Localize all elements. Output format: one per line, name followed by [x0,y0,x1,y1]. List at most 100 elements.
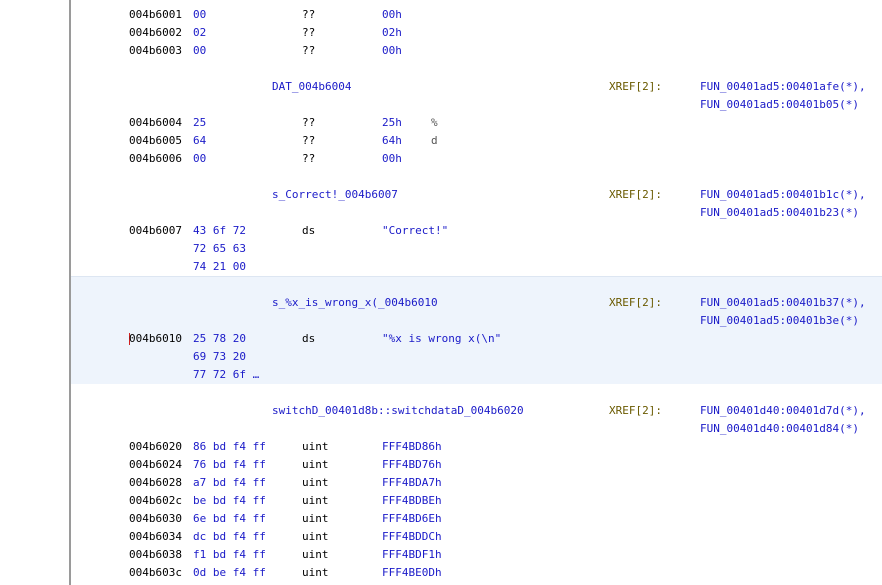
listing-row[interactable]: 004b602c be bd f4 ff uint FFF4BDBEh [71,492,882,510]
label-row[interactable]: DAT_004b6004 XREF[2]: FUN_00401ad5:00401… [71,78,882,114]
row-operand: FFF4BD6Eh [382,512,442,525]
xref-keyword: XREF[2]: [609,404,662,417]
row-address: 004b6030 [129,512,182,525]
row-mnemonic: ?? [302,152,316,165]
row-address: 004b6006 [129,152,182,165]
row-address: 004b6004 [129,116,182,129]
listing-row[interactable]: 004b6028 a7 bd f4 ff uint FFF4BDA7h [71,474,882,492]
xref-link[interactable]: FUN_00401ad5:00401b37(*), [700,297,866,309]
listing-row[interactable]: 004b6034 dc bd f4 ff uint FFF4BDDCh [71,528,882,546]
row-address: 004b6005 [129,134,182,147]
switch-data-label[interactable]: switchD_00401d8b::switchdataD_004b6020 [272,405,524,417]
row-bytes: 76 bd f4 ff [193,458,266,471]
row-operand: FFF4BDA7h [382,476,442,489]
row-bytes: 77 72 6f … [193,368,260,381]
listing-row[interactable]: 004b6038 f1 bd f4 ff uint FFF4BDF1h [71,546,882,564]
row-operand: 00h [382,152,402,165]
row-operand: FFF4BD76h [382,458,442,471]
row-operand: FFF4BDF1h [382,548,442,561]
row-bytes: 25 78 20 [193,332,246,345]
row-address: 004b6034 [129,530,182,543]
listing-row[interactable]: 004b6002 02 ?? 02h [71,24,882,42]
row-mnemonic: ?? [302,44,316,57]
row-operand: FFF4BDBEh [382,494,442,507]
data-label[interactable]: DAT_004b6004 [272,81,351,93]
xref-link[interactable]: FUN_00401ad5:00401afe(*), [700,81,866,93]
listing-row[interactable]: 004b6005 64 ?? 64h d [71,132,882,150]
row-operand: 64h [382,134,402,147]
listing-row[interactable]: 004b6003 00 ?? 00h [71,42,882,60]
listing-row[interactable]: 77 72 6f … [71,366,882,384]
xref-keyword: XREF[2]: [609,188,662,201]
row-bytes: 86 bd f4 ff [193,440,266,453]
listing-row[interactable]: 004b6030 6e bd f4 ff uint FFF4BD6Eh [71,510,882,528]
row-bytes: 43 6f 72 [193,224,246,237]
row-address: 004b603c [129,566,182,579]
xref-link[interactable]: FUN_00401d40:00401d7d(*), [700,405,866,417]
row-address: 004b6003 [129,44,182,57]
row-operand: "Correct!" [382,224,449,237]
selection-top-border [71,276,882,277]
row-address: 004b6038 [129,548,182,561]
row-bytes: 0d be f4 ff [193,566,266,579]
row-address: 004b6001 [129,8,182,21]
row-bytes: a7 bd f4 ff [193,476,266,489]
row-bytes: 69 73 20 [193,350,246,363]
listing-row[interactable]: 74 21 00 [71,258,882,276]
xref-link[interactable]: FUN_00401ad5:00401b1c(*), [700,189,866,201]
row-bytes: 72 65 63 [193,242,246,255]
listing-gutter [0,0,69,585]
row-bytes: f1 bd f4 ff [193,548,266,561]
row-mnemonic: uint [302,512,329,525]
listing-row[interactable]: 004b6007 43 6f 72 ds "Correct!" [71,222,882,240]
xref-link[interactable]: FUN_00401ad5:00401b05(*) [700,99,859,111]
listing-row[interactable]: 004b6001 00 ?? 00h [71,6,882,24]
listing-row[interactable]: 004b6004 25 ?? 25h % [71,114,882,132]
row-operand: 00h [382,8,402,21]
row-mnemonic: ?? [302,8,316,21]
row-bytes: 00 [193,152,207,165]
row-address: 004b6028 [129,476,182,489]
row-bytes: 00 [193,8,207,21]
row-bytes: 64 [193,134,207,147]
row-mnemonic: uint [302,548,329,561]
row-mnemonic: uint [302,440,329,453]
row-address: 004b6020 [129,440,182,453]
listing-row[interactable]: 72 65 63 [71,240,882,258]
row-mnemonic: ds [302,332,316,345]
row-operand: FFF4BE0Dh [382,566,442,579]
listing-row[interactable]: 004b6006 00 ?? 00h [71,150,882,168]
code-listing-view[interactable]: 004b6001 00 ?? 00h 004b6002 02 ?? 02h 00… [71,0,882,585]
row-char: % [431,116,438,129]
xref-link[interactable]: FUN_00401d40:00401d84(*) [700,423,859,435]
row-mnemonic: ds [302,224,316,237]
xref-keyword: XREF[2]: [609,296,662,309]
row-operand: FFF4BD86h [382,440,442,453]
row-address: 004b6007 [129,224,182,237]
label-row[interactable]: switchD_00401d8b::switchdataD_004b6020 X… [71,402,882,438]
xref-link[interactable]: FUN_00401ad5:00401b23(*) [700,207,859,219]
xref-link[interactable]: FUN_00401ad5:00401b3e(*) [700,315,859,327]
label-row[interactable]: s_%x_is_wrong_x(_004b6010 XREF[2]: FUN_0… [71,294,882,330]
row-address: 004b6002 [129,26,182,39]
row-bytes: be bd f4 ff [193,494,266,507]
row-address: 004b6010 [129,332,182,345]
row-operand: 00h [382,44,402,57]
row-address: 004b6024 [129,458,182,471]
listing-row[interactable]: 004b6010 25 78 20 ds "%x is wrong x(\n" [71,330,882,348]
listing-row[interactable]: 004b603c 0d be f4 ff uint FFF4BE0Dh [71,564,882,582]
listing-row[interactable]: 69 73 20 [71,348,882,366]
string-label[interactable]: s_%x_is_wrong_x(_004b6010 [272,297,438,309]
listing-row[interactable]: 004b6024 76 bd f4 ff uint FFF4BD76h [71,456,882,474]
row-char: d [431,134,438,147]
string-label[interactable]: s_Correct!_004b6007 [272,189,398,201]
label-row[interactable]: s_Correct!_004b6007 XREF[2]: FUN_00401ad… [71,186,882,222]
row-operand: 25h [382,116,402,129]
row-mnemonic: uint [302,530,329,543]
row-operand: 02h [382,26,402,39]
row-mnemonic: uint [302,458,329,471]
row-mnemonic: ?? [302,134,316,147]
listing-row[interactable]: 004b6020 86 bd f4 ff uint FFF4BD86h [71,438,882,456]
row-operand: FFF4BDDCh [382,530,442,543]
row-bytes: 6e bd f4 ff [193,512,266,525]
